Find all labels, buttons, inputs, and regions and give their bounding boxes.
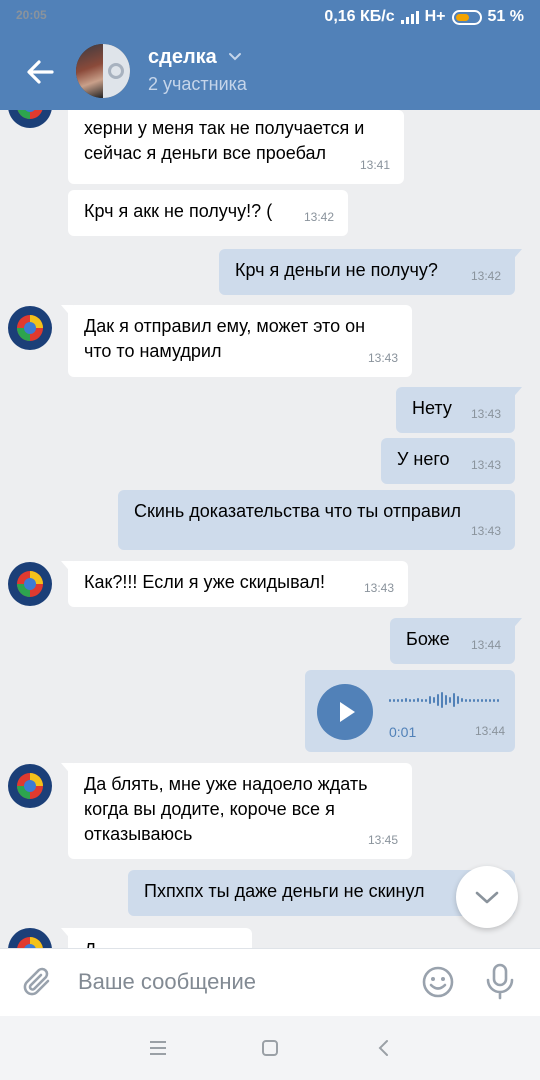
- voice-waveform[interactable]: [389, 688, 499, 712]
- battery-icon: [451, 9, 482, 25]
- chat-avatar[interactable]: [76, 44, 130, 98]
- attach-icon[interactable]: [22, 965, 56, 1001]
- chat-subtitle: 2 участника: [148, 74, 247, 94]
- avatar[interactable]: [8, 306, 52, 350]
- message-composer: Ваше сообщение: [0, 948, 540, 1016]
- voice-message[interactable]: 0:01 13:44: [305, 670, 515, 752]
- scroll-down-icon: [475, 891, 499, 904]
- chat-header: сделка 2 участника: [0, 34, 540, 110]
- home-icon[interactable]: [260, 1038, 280, 1058]
- message-time: 13:44: [474, 724, 505, 738]
- message-time: 13:42: [470, 269, 501, 283]
- message-incoming[interactable]: Дак я отправил ему, может это он что то …: [61, 305, 412, 377]
- message-time: 13:45: [367, 833, 398, 847]
- system-nav-bar: [0, 1016, 540, 1080]
- battery-level: 51 %: [487, 8, 524, 25]
- message-incoming[interactable]: херни у меня так не получается и сейчас …: [68, 110, 404, 184]
- message-outgoing[interactable]: Скинь доказательства что ты отправил 13:…: [118, 490, 515, 550]
- message-outgoing[interactable]: Боже 13:44: [390, 618, 522, 664]
- message-outgoing[interactable]: У него 13:43: [381, 438, 515, 484]
- message-text: сейчас я деньги все проебал: [84, 143, 327, 163]
- chat-title[interactable]: сделка: [148, 46, 217, 69]
- message-incoming[interactable]: Как?!!! Если я уже скидывал! 13:43: [61, 561, 408, 607]
- mic-icon[interactable]: [484, 963, 516, 1001]
- message-outgoing[interactable]: Крч я деньги не получу? 13:42: [219, 249, 522, 295]
- message-text: Боже: [406, 629, 450, 649]
- network-speed: 0,16 КБ/с: [324, 8, 395, 25]
- back-icon[interactable]: [374, 1038, 394, 1058]
- message-text: Дак я отправил ему, может это он: [84, 316, 366, 336]
- message-incoming[interactable]: Д: [61, 928, 252, 948]
- avatar[interactable]: [8, 928, 52, 948]
- status-bar: 20:05 0,16 КБ/с H+ 51 %: [0, 0, 540, 34]
- message-time: 13:44: [470, 638, 501, 652]
- message-text: Д: [84, 940, 96, 948]
- message-text: что то намудрил: [84, 341, 222, 361]
- scroll-down-button[interactable]: [456, 866, 518, 928]
- camera-placeholder-icon: [108, 63, 124, 79]
- message-incoming[interactable]: Крч я акк не получу!? ( 13:42: [68, 190, 348, 236]
- avatar[interactable]: [8, 110, 52, 128]
- message-incoming[interactable]: Да блять, мне уже надоело ждать когда вы…: [61, 763, 412, 859]
- voice-duration: 0:01: [389, 724, 417, 740]
- network-type: H+: [424, 8, 446, 25]
- chevron-down-icon[interactable]: [228, 52, 242, 62]
- avatar[interactable]: [8, 764, 52, 808]
- message-list[interactable]: херни у меня так не получается и сейчас …: [0, 110, 540, 948]
- message-text: Да блять, мне уже надоело ждать: [84, 774, 368, 794]
- message-time: 13:43: [470, 524, 501, 538]
- play-button[interactable]: [317, 684, 373, 740]
- message-time: 13:43: [367, 351, 398, 365]
- signal-icon: [400, 10, 419, 24]
- menu-icon[interactable]: [148, 1038, 168, 1058]
- member-photo: [76, 44, 103, 98]
- message-time: 13:41: [359, 158, 390, 172]
- message-text: Как?!!! Если я уже скидывал!: [84, 572, 325, 592]
- message-text: херни у меня так не получается и: [84, 118, 365, 138]
- play-icon: [340, 702, 355, 722]
- message-text: Крч я деньги не получу?: [235, 260, 438, 280]
- message-text: Крч я акк не получу!? (: [84, 201, 273, 221]
- message-text: Скинь доказательства что ты отправил: [134, 501, 462, 521]
- message-time: 13:43: [470, 407, 501, 421]
- message-input[interactable]: Ваше сообщение: [78, 969, 256, 995]
- message-text: Пхпхпх ты даже деньги не скинул: [144, 881, 425, 901]
- message-time: 13:43: [470, 458, 501, 472]
- message-time: 13:43: [363, 581, 394, 595]
- message-text: Нету: [412, 398, 452, 418]
- message-text: У него: [397, 449, 450, 469]
- status-time: 20:05: [16, 8, 47, 22]
- message-time: 13:42: [303, 210, 334, 224]
- smile-icon[interactable]: [420, 964, 456, 1000]
- message-outgoing[interactable]: Нету 13:43: [396, 387, 522, 433]
- back-arrow-icon[interactable]: [22, 54, 58, 90]
- message-text: отказываюсь: [84, 824, 193, 844]
- message-text: когда вы додите, короче все я: [84, 799, 335, 819]
- avatar[interactable]: [8, 562, 52, 606]
